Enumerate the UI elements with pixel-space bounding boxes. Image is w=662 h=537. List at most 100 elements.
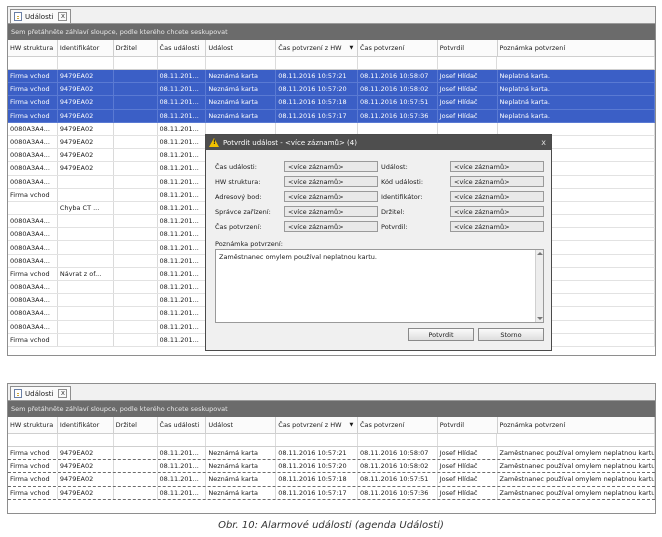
column-header-label: Potvrdil: [439, 44, 465, 52]
filter-cell[interactable]: [438, 57, 498, 69]
sort-desc-icon[interactable]: ▼: [350, 45, 354, 51]
column-header-label: Poznámka potvrzení: [499, 421, 566, 429]
filter-cell[interactable]: [497, 57, 655, 69]
table-cell: [114, 473, 158, 486]
table-cell: 08.11.2016 10:57:20: [276, 460, 358, 473]
table-cell: [114, 135, 158, 149]
dialog-titlebar[interactable]: Potvrdit událost - <více záznamů> (4) x: [206, 135, 551, 150]
table-row[interactable]: Firma vchod 9479EA02 08.11.201... Neznámá k…: [8, 486, 655, 500]
column-header[interactable]: Čas potvrzení z HW ▼: [276, 40, 358, 56]
table-cell: Josef Hlídač: [438, 109, 498, 122]
filter-cell[interactable]: [114, 434, 158, 446]
column-header[interactable]: HW struktura: [8, 417, 58, 433]
cancel-button[interactable]: Storno: [478, 328, 544, 341]
column-header-label: Čas události: [159, 421, 200, 429]
table-cell: [114, 201, 158, 215]
table-cell: Josef Hlídač: [438, 473, 498, 486]
note-scrollbar[interactable]: [535, 250, 543, 322]
table-cell: 9479EA02: [58, 109, 114, 122]
table-cell: Josef Hlídač: [438, 460, 498, 473]
table-cell: 08.11.2016 10:57:17: [276, 486, 358, 499]
column-header[interactable]: Čas potvrzení z HW ▼: [276, 417, 358, 433]
close-icon[interactable]: x: [58, 389, 68, 398]
table-cell: 08.11.201...: [158, 486, 207, 499]
column-header[interactable]: Držitel: [114, 40, 158, 56]
column-header[interactable]: Poznámka potvrzení: [498, 40, 655, 56]
table-cell: Firma vchod: [8, 109, 58, 122]
column-header[interactable]: Potvrdil: [438, 40, 498, 56]
table-row[interactable]: Firma vchod 9479EA02 08.11.201... Neznámá k…: [8, 83, 655, 97]
column-header[interactable]: Čas potvrzení: [358, 40, 438, 56]
sort-desc-icon[interactable]: ▼: [350, 422, 354, 428]
close-icon[interactable]: x: [58, 12, 68, 21]
filter-cell[interactable]: [158, 57, 207, 69]
group-by-bar[interactable]: Sem přetáhněte záhlaví sloupce, podle kt…: [8, 401, 655, 417]
column-header[interactable]: Událost: [206, 417, 277, 433]
table-cell: 08.11.201...: [158, 162, 207, 175]
table-cell: 9479EA02: [58, 70, 114, 83]
field-label: Potvrdil:: [381, 223, 408, 231]
table-cell: 08.11.2016 10:57:21: [276, 70, 358, 83]
column-header[interactable]: Držitel: [114, 417, 158, 433]
table-cell: [114, 83, 158, 96]
filter-row[interactable]: [8, 57, 655, 70]
filter-cell[interactable]: [206, 57, 277, 69]
table-cell: 08.11.201...: [158, 333, 207, 346]
column-header[interactable]: Událost: [206, 40, 277, 56]
filter-cell[interactable]: [8, 434, 58, 446]
note-text: Zaměstnanec omylem používal neplatnou ka…: [219, 253, 377, 261]
tab-events[interactable]: Události x: [10, 386, 72, 400]
column-header[interactable]: Identifikátor: [58, 417, 114, 433]
filter-cell[interactable]: [8, 57, 58, 69]
column-header[interactable]: Čas potvrzení: [358, 417, 438, 433]
table-row[interactable]: Firma vchod 9479EA02 08.11.201... Neznámá k…: [8, 70, 655, 84]
filter-cell[interactable]: [114, 57, 158, 69]
filter-row[interactable]: [8, 434, 655, 447]
group-by-bar[interactable]: Sem přetáhněte záhlaví sloupce, podle kt…: [8, 24, 655, 40]
table-cell: Firma vchod: [8, 188, 58, 201]
table-cell: 08.11.201...: [158, 294, 207, 307]
table-cell: [114, 109, 158, 122]
figure-caption: Obr. 10: Alarmové události (agenda Událo…: [218, 520, 444, 531]
table-cell: Firma vchod: [8, 473, 58, 486]
field-value: <více záznamů>: [284, 161, 378, 172]
filter-cell[interactable]: [58, 57, 114, 69]
table-cell: [114, 188, 158, 201]
column-header[interactable]: Čas události: [158, 417, 207, 433]
filter-cell[interactable]: [158, 434, 207, 446]
table-row[interactable]: Firma vchod 9479EA02 08.11.201... Neznámá k…: [8, 96, 655, 110]
confirm-button[interactable]: Potvrdit: [408, 328, 474, 341]
column-header[interactable]: Čas události: [158, 40, 207, 56]
filter-cell[interactable]: [206, 434, 277, 446]
filter-cell[interactable]: [497, 434, 655, 446]
table-cell: [114, 96, 158, 109]
table-row[interactable]: Firma vchod 9479EA02 08.11.201... Neznámá k…: [8, 473, 655, 487]
column-header[interactable]: Identifikátor: [58, 40, 114, 56]
table-cell: 08.11.2016 10:57:18: [276, 473, 358, 486]
column-header-label: Událost: [208, 421, 233, 429]
table-cell: 08.11.201...: [158, 188, 207, 201]
column-header[interactable]: Poznámka potvrzení: [498, 417, 655, 433]
filter-cell[interactable]: [276, 57, 358, 69]
table-cell: [58, 228, 114, 241]
filter-cell[interactable]: [358, 434, 438, 446]
table-row[interactable]: Firma vchod 9479EA02 08.11.201... Neznámá k…: [8, 447, 655, 461]
dialog-close-icon[interactable]: x: [541, 138, 546, 147]
table-row[interactable]: Firma vchod 9479EA02 08.11.201... Neznámá k…: [8, 109, 655, 123]
tab-label: Události: [25, 12, 54, 21]
column-header[interactable]: HW struktura: [8, 40, 58, 56]
table-cell: 9479EA02: [58, 162, 114, 175]
table-cell: [114, 254, 158, 267]
column-header-label: Čas události: [159, 44, 200, 52]
table-cell: 08.11.201...: [158, 215, 207, 228]
filter-cell[interactable]: [438, 434, 498, 446]
column-header[interactable]: Potvrdil: [438, 417, 498, 433]
tab-events[interactable]: Události x: [10, 9, 72, 23]
table-row[interactable]: Firma vchod 9479EA02 08.11.201... Neznámá k…: [8, 460, 655, 474]
filter-cell[interactable]: [58, 434, 114, 446]
note-textarea[interactable]: Zaměstnanec omylem používal neplatnou ka…: [215, 249, 544, 323]
table-cell: 0080A3A4...: [8, 254, 58, 267]
table-cell: [114, 460, 158, 473]
filter-cell[interactable]: [276, 434, 358, 446]
filter-cell[interactable]: [358, 57, 438, 69]
